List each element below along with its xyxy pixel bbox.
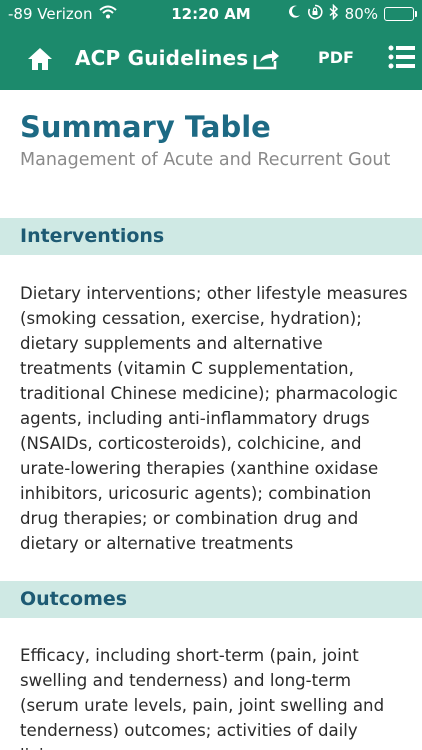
share-icon[interactable]: [252, 45, 280, 71]
section-body-outcomes: Efficacy, including short-term (pain, jo…: [20, 646, 385, 750]
rotation-lock-icon: [307, 4, 323, 24]
page-subtitle: Management of Acute and Recurrent Gout: [20, 150, 391, 170]
section-header-interventions: Interventions: [0, 218, 422, 255]
status-bar: -89 Verizon 12:20 AM 80%: [0, 0, 422, 28]
page-title: Summary Table: [20, 110, 271, 144]
section-title: Interventions: [20, 225, 165, 247]
battery-icon: [384, 7, 417, 21]
bluetooth-icon: [329, 3, 339, 24]
pdf-button[interactable]: PDF: [318, 48, 354, 67]
list-menu-icon[interactable]: [388, 44, 416, 70]
moon-icon: [288, 5, 301, 23]
status-right: 80%: [288, 3, 417, 24]
section-body-interventions: Dietary interventions; other lifestyle m…: [20, 284, 408, 553]
battery-percent: 80%: [344, 5, 378, 23]
section-header-outcomes: Outcomes: [0, 581, 422, 618]
top-bar: -89 Verizon 12:20 AM 80% ACP Guidelines …: [0, 0, 422, 90]
home-icon[interactable]: [26, 46, 54, 72]
section-title: Outcomes: [20, 588, 128, 610]
navigation-bar: ACP Guidelines PDF: [0, 34, 422, 84]
nav-title: ACP Guidelines: [75, 46, 249, 70]
page-heading: Summary Table Management of Acute and Re…: [20, 108, 410, 175]
